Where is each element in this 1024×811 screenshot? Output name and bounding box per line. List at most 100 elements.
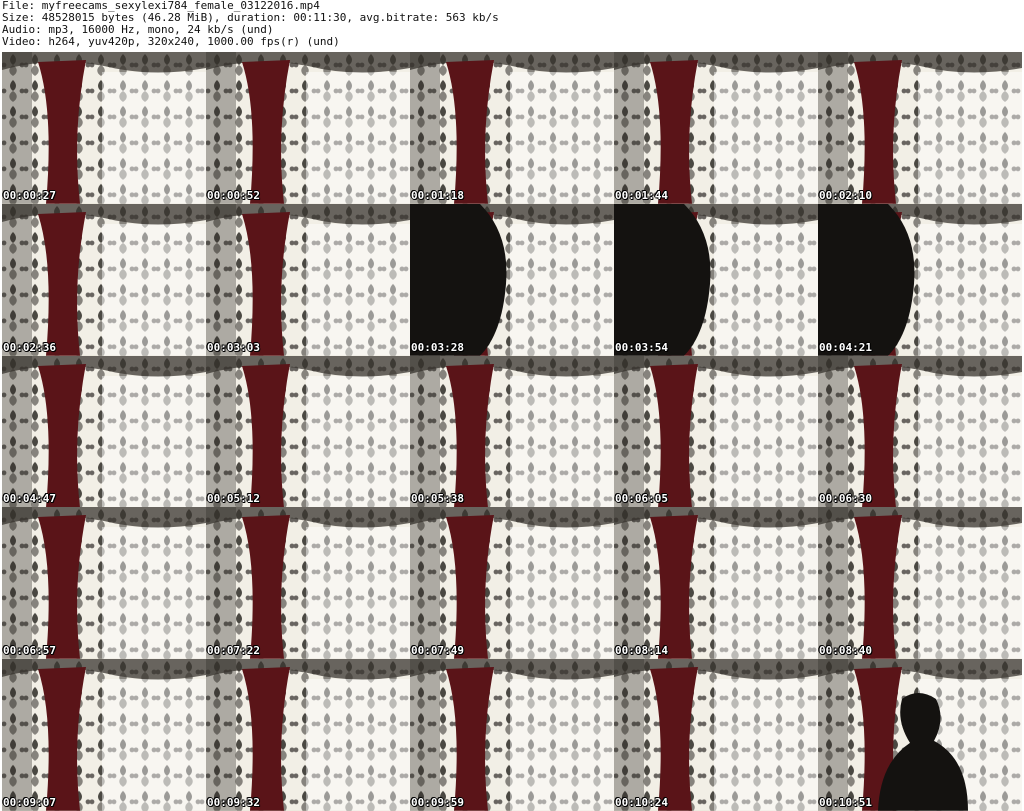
curtain-shadow xyxy=(410,507,440,660)
timestamp-label: 00:05:12 xyxy=(207,492,260,506)
timestamp-label: 00:06:30 xyxy=(819,492,872,506)
curtain-shadow xyxy=(818,52,848,204)
window-glare xyxy=(102,679,206,811)
frame-image xyxy=(206,52,410,204)
curtain-shadow xyxy=(614,507,644,660)
timestamp-label: 00:09:32 xyxy=(207,795,260,809)
timestamp-label: 00:10:51 xyxy=(819,795,872,809)
body-silhouette xyxy=(410,203,507,356)
timestamp-label: 00:07:22 xyxy=(207,644,260,658)
video-line: Video: h264, yuv420p, 320x240, 1000.00 f… xyxy=(2,35,340,48)
thumbnail-frame: 00:09:07 xyxy=(2,659,206,811)
thumbnail-grid: 00:00:27 00:00:52 00:01:18 00:01:44 00:02:10… xyxy=(2,52,1022,811)
window-glare xyxy=(918,223,1022,356)
frame-image xyxy=(614,507,818,660)
frame-image xyxy=(614,355,818,508)
curtain-shadow xyxy=(2,52,32,204)
curtain-shadow xyxy=(2,507,32,660)
window-glare xyxy=(306,527,410,660)
window-glare xyxy=(714,375,818,508)
timestamp-label: 00:09:59 xyxy=(411,795,464,809)
thumbnail-frame: 00:06:30 xyxy=(818,355,1022,508)
thumbnail-frame: 00:09:32 xyxy=(206,659,410,811)
window-glare xyxy=(306,679,410,811)
thumbnail-frame: 00:06:05 xyxy=(614,355,818,508)
timestamp-label: 00:01:44 xyxy=(615,188,668,202)
window-glare xyxy=(306,375,410,508)
curtain-shadow xyxy=(410,52,440,204)
frame-image xyxy=(2,507,206,660)
thumbnail-frame: 00:04:47 xyxy=(2,355,206,508)
thumbnail-frame: 00:07:22 xyxy=(206,507,410,660)
timestamp-label: 00:03:03 xyxy=(207,340,260,354)
file-info-header: File: myfreecams_sexylexi784_female_0312… xyxy=(2,0,1022,48)
curtain-shadow xyxy=(206,659,236,811)
frame-image xyxy=(410,203,614,356)
thumbnail-frame: 00:07:49 xyxy=(410,507,614,660)
thumbnail-frame: 00:10:24 xyxy=(614,659,818,811)
curtain-shadow xyxy=(206,52,236,204)
frame-image xyxy=(2,203,206,356)
window-glare xyxy=(102,527,206,660)
frame-image xyxy=(410,659,614,811)
frame-image xyxy=(410,52,614,204)
frame-image xyxy=(818,659,1022,811)
curtain-shadow xyxy=(410,355,440,508)
frame-image xyxy=(206,507,410,660)
window-glare xyxy=(714,71,818,204)
frame-image xyxy=(2,355,206,508)
thumbnail-frame: 00:08:40 xyxy=(818,507,1022,660)
timestamp-label: 00:03:54 xyxy=(615,340,668,354)
frame-image xyxy=(410,355,614,508)
curtain-shadow xyxy=(2,355,32,508)
curtain-shadow xyxy=(206,507,236,660)
frame-image xyxy=(614,659,818,811)
window-glare xyxy=(510,223,614,356)
frame-image xyxy=(614,203,818,356)
timestamp-label: 00:03:28 xyxy=(411,340,464,354)
thumbnail-frame: 00:03:03 xyxy=(206,203,410,356)
thumbnail-frame: 00:10:51 xyxy=(818,659,1022,811)
thumbnail-frame: 00:03:28 xyxy=(410,203,614,356)
window-glare xyxy=(102,375,206,508)
thumbnail-frame: 00:02:10 xyxy=(818,52,1022,204)
timestamp-label: 00:02:10 xyxy=(819,188,872,202)
timestamp-label: 00:04:21 xyxy=(819,340,872,354)
window-glare xyxy=(510,71,614,204)
frame-image xyxy=(2,52,206,204)
frame-image xyxy=(410,507,614,660)
body-silhouette xyxy=(818,203,915,356)
frame-image xyxy=(818,355,1022,508)
timestamp-label: 00:02:36 xyxy=(3,340,56,354)
window-glare xyxy=(714,223,818,356)
curtain-shadow xyxy=(818,507,848,660)
curtain-shadow xyxy=(410,659,440,811)
window-glare xyxy=(918,71,1022,204)
thumbnail-frame: 00:00:27 xyxy=(2,52,206,204)
thumbnail-frame: 00:05:12 xyxy=(206,355,410,508)
timestamp-label: 00:06:05 xyxy=(615,492,668,506)
curtain-shadow xyxy=(2,659,32,811)
window-glare xyxy=(918,527,1022,660)
window-glare xyxy=(714,527,818,660)
timestamp-label: 00:09:07 xyxy=(3,795,56,809)
curtain-shadow xyxy=(818,659,848,811)
window-glare xyxy=(102,71,206,204)
window-glare xyxy=(306,71,410,204)
curtain-shadow xyxy=(614,52,644,204)
curtain-shadow xyxy=(614,659,644,811)
frame-image xyxy=(818,203,1022,356)
thumbnail-frame: 00:05:38 xyxy=(410,355,614,508)
thumbnail-frame: 00:04:21 xyxy=(818,203,1022,356)
frame-image xyxy=(818,507,1022,660)
window-glare xyxy=(102,223,206,356)
window-glare xyxy=(306,223,410,356)
frame-image xyxy=(818,52,1022,204)
thumbnail-frame: 00:01:44 xyxy=(614,52,818,204)
thumbnail-frame: 00:06:57 xyxy=(2,507,206,660)
window-glare xyxy=(918,375,1022,508)
curtain-shadow xyxy=(614,355,644,508)
curtain-shadow xyxy=(206,203,236,356)
curtain-shadow xyxy=(2,203,32,356)
timestamp-label: 00:05:38 xyxy=(411,492,464,506)
